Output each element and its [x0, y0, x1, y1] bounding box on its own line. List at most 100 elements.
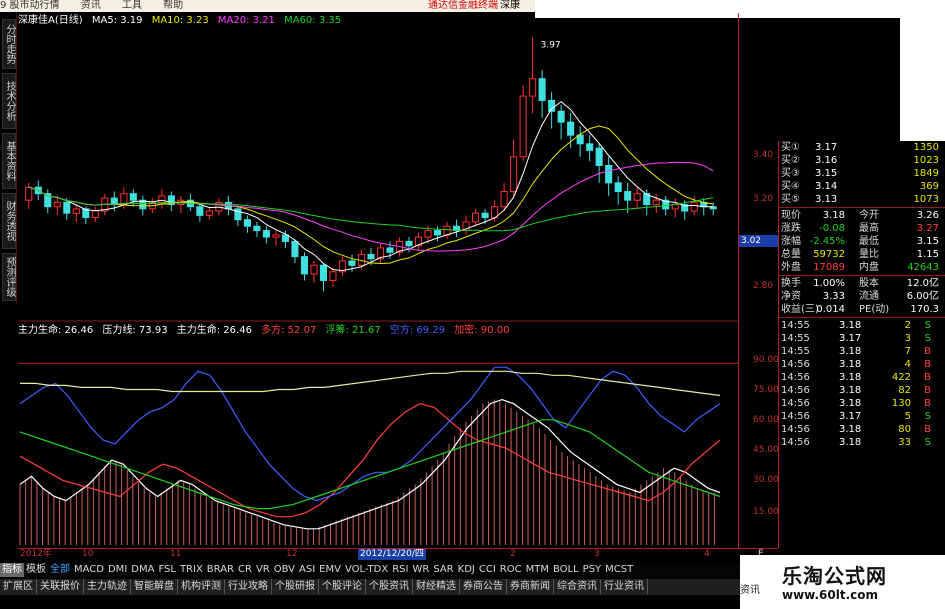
bottom-tab[interactable]: 行业资讯 — [601, 579, 648, 594]
tab-cci[interactable]: CCI — [477, 563, 498, 577]
candle-body — [633, 193, 641, 201]
tab-sar[interactable]: SAR — [431, 563, 455, 577]
tick-row[interactable]: 14:56 3.18 130 B — [779, 397, 945, 410]
fin-row[interactable]: 换手 1.00% 股本 12.0亿 — [779, 277, 945, 290]
bottom-tab[interactable]: 券商公告 — [460, 579, 507, 594]
bottom-tab[interactable]: 智能解盘 — [131, 579, 178, 594]
candle-body — [548, 99, 556, 112]
tab-brar[interactable]: BRAR — [205, 563, 236, 577]
tick-price: 3.18 — [839, 398, 862, 409]
side-tab-fundamentals[interactable]: 基本资料 — [2, 133, 16, 189]
side-tab-intraday[interactable]: 分时走势 — [2, 19, 16, 69]
bid-row[interactable]: 买② 3.16 1023 — [779, 154, 945, 167]
bottom-tab[interactable]: 综合资讯 — [554, 579, 601, 594]
tab-trix[interactable]: TRIX — [178, 563, 205, 577]
tick-row[interactable]: 14:56 3.18 4 B — [779, 358, 945, 371]
fin-value: 12.0亿 — [906, 278, 939, 289]
tick-side: B — [924, 385, 931, 396]
tab-voltdx[interactable]: VOL-TDX — [343, 563, 390, 577]
divider — [779, 207, 945, 208]
tick-row[interactable]: 14:56 3.18 82 B — [779, 384, 945, 397]
candle-body — [624, 191, 632, 201]
tab-asi[interactable]: ASI — [297, 563, 317, 577]
menu-item-market[interactable]: 9 股市动行情 — [0, 0, 60, 11]
fin-row[interactable]: 净资 3.33 流通 6.00亿 — [779, 290, 945, 303]
bottom-tab[interactable]: 主力轨迹 — [84, 579, 131, 594]
tab-boll[interactable]: BOLL — [551, 563, 581, 577]
tick-row[interactable]: 14:56 3.17 5 S — [779, 410, 945, 423]
tab-kdj[interactable]: KDJ — [456, 563, 477, 577]
fin-label: 换手 — [781, 278, 801, 289]
candle-body — [472, 212, 480, 223]
bid-volume: 1350 — [913, 142, 939, 153]
tab-cr[interactable]: CR — [236, 563, 254, 577]
info-tab-label[interactable]: 资讯 — [740, 581, 760, 596]
price-chart[interactable]: 3.97 — [18, 13, 738, 548]
tick-row[interactable]: 14:56 3.18 422 B — [779, 371, 945, 384]
stat-row[interactable]: 现价 3.18 今开 3.26 — [779, 209, 945, 222]
tab-emv[interactable]: EMV — [317, 563, 343, 577]
bottom-tab[interactable]: 机构评测 — [178, 579, 225, 594]
indicator-legend: 主力生命: 26.46 压力线: 73.93 主力生命: 26.46 多方: 5… — [18, 325, 515, 337]
fin-row[interactable]: 收益(三) 0.014 PE(动) 170.3 — [779, 303, 945, 316]
side-tab-financials[interactable]: 财务透视 — [2, 193, 16, 249]
tab-all[interactable]: 全部 — [48, 563, 72, 577]
bid-row[interactable]: 买① 3.17 1350 — [779, 141, 945, 154]
ma5-line — [28, 101, 714, 272]
tab-roc[interactable]: ROC — [498, 563, 524, 577]
menu-item-help[interactable]: 帮助 — [163, 0, 183, 11]
tab-vr[interactable]: VR — [254, 563, 272, 577]
side-tab-rating[interactable]: 预测评级 — [2, 253, 16, 301]
candle-body — [196, 206, 204, 216]
menu-item-news[interactable]: 资讯 — [81, 0, 101, 11]
tab-rsi[interactable]: RSI — [390, 563, 410, 577]
tab-dma[interactable]: DMA — [129, 563, 156, 577]
bottom-tab[interactable]: 个股资讯 — [366, 579, 413, 594]
tick-row[interactable]: 14:56 3.18 33 S — [779, 436, 945, 449]
stat-row[interactable]: 总量 59732 量比 1.15 — [779, 248, 945, 261]
tick-row[interactable]: 14:55 3.17 3 S — [779, 332, 945, 345]
tab-indicator[interactable]: 指标 — [0, 563, 24, 577]
x-tick-label: 2 — [510, 549, 516, 559]
x-tick-label: 2012年 — [20, 549, 52, 559]
bottom-tab[interactable]: 扩展区 — [0, 579, 37, 594]
side-tab-technical[interactable]: 技术分析 — [2, 73, 16, 129]
bottom-tab[interactable]: 个股研报 — [272, 579, 319, 594]
stat-row[interactable]: 涨跌 -0.08 最高 3.27 — [779, 222, 945, 235]
tab-template[interactable]: 模板 — [24, 563, 48, 577]
bottom-tab[interactable]: 行业攻略 — [225, 579, 272, 594]
candle-body — [605, 164, 613, 184]
candle-body — [538, 78, 546, 101]
menu-item-tools[interactable]: 工具 — [122, 0, 142, 11]
tick-row[interactable]: 14:55 3.18 2 S — [779, 319, 945, 332]
tab-fsl[interactable]: FSL — [156, 563, 178, 577]
stat-row[interactable]: 涨幅 -2.45% 最低 3.15 — [779, 235, 945, 248]
tab-psy[interactable]: PSY — [581, 563, 604, 577]
tab-mcst[interactable]: MCST — [603, 563, 635, 577]
stock-shortcut[interactable]: 深康 — [500, 0, 520, 12]
menu-bar: 9 股市动行情 资讯 工具 帮助 通达信金融终端 深康 — [0, 0, 535, 12]
bid-volume: 1849 — [913, 168, 939, 179]
promo-link[interactable]: 通达信金融终端 — [428, 0, 498, 12]
bottom-tab[interactable]: 券商新闻 — [507, 579, 554, 594]
tab-dmi[interactable]: DMI — [106, 563, 129, 577]
bottom-tab[interactable]: 关联报价 — [37, 579, 84, 594]
bid-row[interactable]: 买⑤ 3.13 1073 — [779, 193, 945, 206]
ma-legend: 深康佳A(日线) MA5: 3.19 MA10: 3.23 MA20: 3.21… — [18, 15, 347, 27]
tab-mtm[interactable]: MTM — [524, 563, 551, 577]
bottom-tab[interactable]: 个股评论 — [319, 579, 366, 594]
tick-volume: 82 — [898, 385, 911, 396]
bottom-tab[interactable]: 财经精选 — [413, 579, 460, 594]
stat-row[interactable]: 外盘 17089 内盘 42643 — [779, 261, 945, 274]
tab-macd[interactable]: MACD — [72, 563, 106, 577]
tick-time: 14:56 — [781, 385, 810, 396]
tick-row[interactable]: 14:55 3.18 7 B — [779, 345, 945, 358]
current-price-tag: 3.02 — [739, 235, 779, 247]
bid-row[interactable]: 买③ 3.15 1849 — [779, 167, 945, 180]
bid-row[interactable]: 买④ 3.14 369 — [779, 180, 945, 193]
y-tick-label: 30.00 — [753, 475, 779, 485]
tick-row[interactable]: 14:56 3.18 80 B — [779, 423, 945, 436]
fin-value: 3.33 — [822, 291, 845, 302]
tab-obv[interactable]: OBV — [272, 563, 297, 577]
tab-wr[interactable]: WR — [410, 563, 431, 577]
